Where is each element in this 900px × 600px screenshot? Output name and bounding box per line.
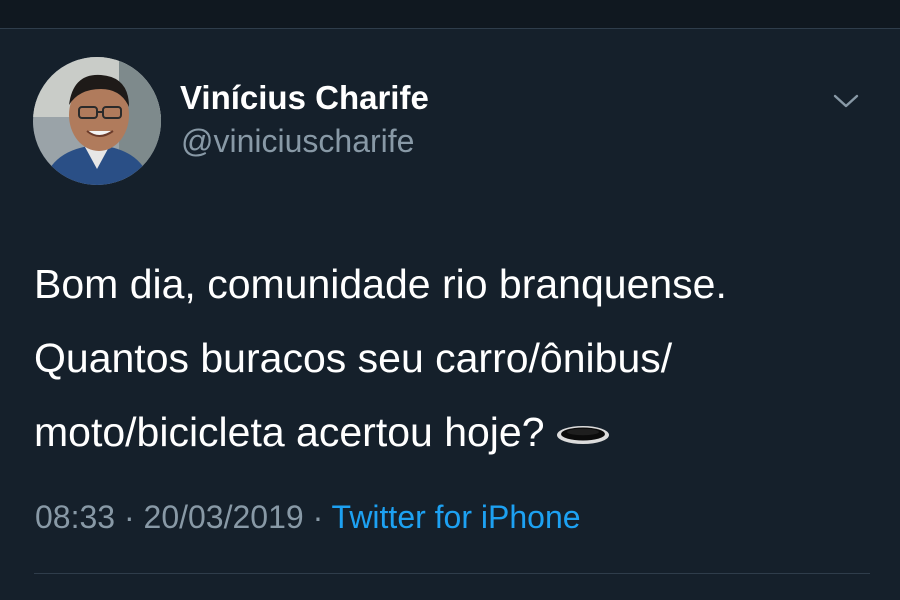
tweet-meta: 08:33 · 20/03/2019 · Twitter for iPhone — [35, 499, 581, 536]
tweet-text: Bom dia, comunidade rio branquense. Quan… — [34, 247, 874, 469]
tweet-line: Bom dia, comunidade rio branquense. — [34, 261, 727, 307]
avatar-photo — [33, 57, 161, 185]
meta-separator: · — [303, 499, 332, 535]
tweet-date[interactable]: 20/03/2019 — [144, 499, 304, 535]
tweet-time[interactable]: 08:33 — [35, 499, 115, 535]
tweet-line: Quantos buracos seu carro/ônibus/ — [34, 335, 673, 381]
chevron-down-icon[interactable] — [830, 89, 862, 113]
display-name[interactable]: Vinícius Charife — [180, 79, 429, 117]
hole-emoji-icon — [555, 395, 611, 469]
tweet-line: moto/bicicleta acertou hoje? — [34, 409, 545, 455]
avatar[interactable] — [33, 57, 161, 185]
top-bar — [0, 0, 900, 29]
tweet-line-with-emoji: moto/bicicleta acertou hoje? — [34, 395, 874, 469]
user-handle[interactable]: @viniciuscharife — [181, 123, 414, 160]
tweet-source-link[interactable]: Twitter for iPhone — [332, 499, 581, 535]
divider — [34, 573, 870, 574]
tweet-card[interactable]: Vinícius Charife @viniciuscharife Bom di… — [0, 29, 900, 574]
tweet-screen: Vinícius Charife @viniciuscharife Bom di… — [0, 0, 900, 600]
meta-separator: · — [115, 499, 144, 535]
